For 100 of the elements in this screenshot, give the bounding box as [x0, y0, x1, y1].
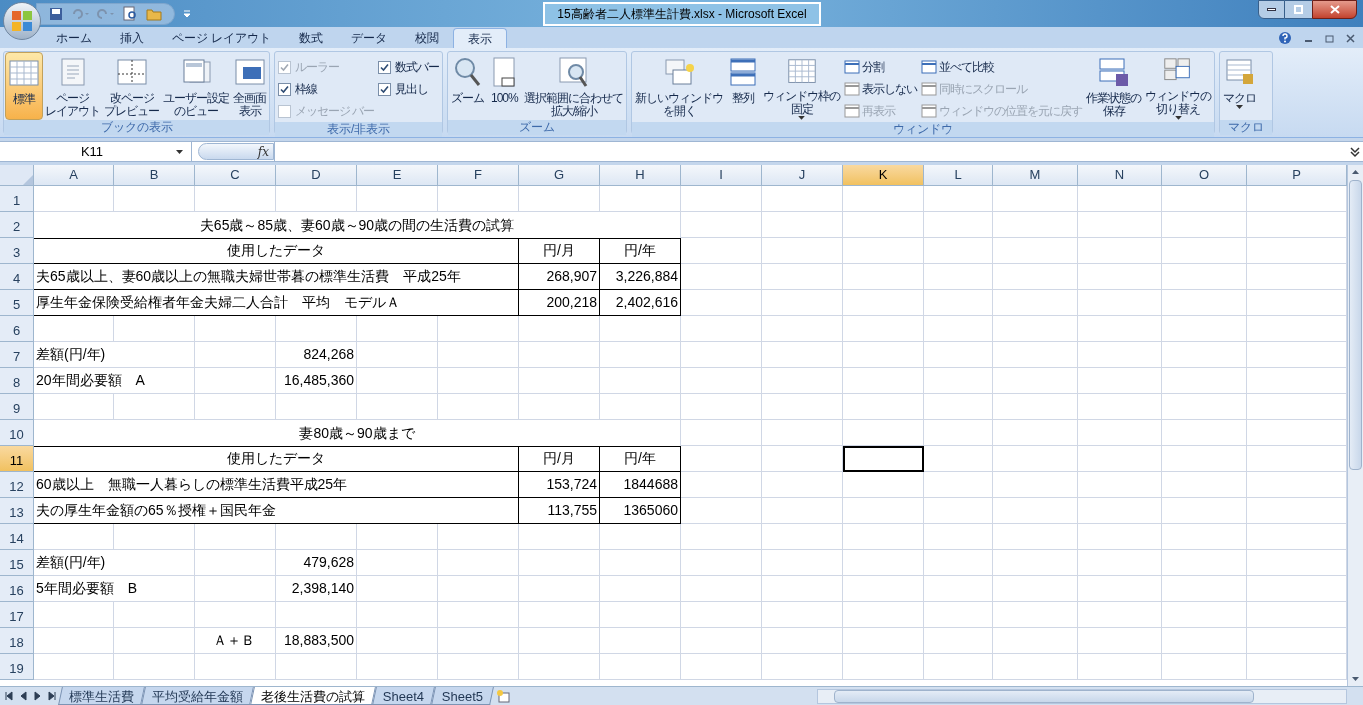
ribbon-button[interactable]: 100%	[486, 52, 523, 120]
scroll-thumb[interactable]	[1349, 180, 1362, 470]
ribbon-button[interactable]: ページ レイアウト	[43, 52, 102, 120]
empty-cell	[924, 368, 993, 394]
customize-toolbar-icon[interactable]	[183, 9, 191, 18]
empty-cell	[924, 498, 993, 524]
ribbon-button[interactable]: 改ページ プレビュー	[102, 52, 161, 120]
sheet-tab[interactable]: 老後生活費の試算	[250, 687, 376, 705]
sheet-nav-icon[interactable]	[4, 690, 14, 702]
checkbox-option[interactable]: 見出し	[378, 78, 440, 100]
ribbon-button[interactable]: 作業状態の 保存	[1084, 52, 1144, 120]
ribbon-small-button[interactable]: 分割	[844, 56, 918, 78]
ribbon-tab[interactable]: ページ レイアウト	[158, 28, 286, 48]
table-cell: 824,268	[276, 342, 357, 368]
group-label: 表示/非表示	[275, 122, 443, 137]
column-header[interactable]: E	[357, 165, 438, 186]
ribbon-button[interactable]: 選択範囲に合わせて 拡大/縮小	[522, 52, 626, 120]
row-header[interactable]: 15	[0, 550, 34, 576]
row-header[interactable]: 4	[0, 264, 34, 290]
checkbox-option[interactable]: 枠線	[278, 78, 375, 100]
restore-icon[interactable]	[1325, 33, 1334, 43]
restore-button[interactable]	[1285, 0, 1312, 19]
ribbon-tab[interactable]: 数式	[285, 28, 338, 48]
row-header[interactable]: 7	[0, 342, 34, 368]
horizontal-scrollbar[interactable]	[817, 688, 1347, 704]
sheet-tab[interactable]: Sheet4	[372, 687, 436, 705]
close-button[interactable]	[1312, 0, 1357, 19]
sheet-tab[interactable]: Sheet5	[431, 687, 495, 705]
column-header[interactable]: H	[600, 165, 681, 186]
row-header[interactable]: 3	[0, 238, 34, 264]
row-header[interactable]: 19	[0, 654, 34, 680]
close-icon[interactable]	[1346, 33, 1355, 43]
sheet-nav-icon[interactable]	[32, 690, 42, 702]
row-header[interactable]: 17	[0, 602, 34, 628]
sheet-tab[interactable]: 平均受給年金額	[141, 687, 254, 705]
column-header[interactable]: C	[195, 165, 276, 186]
ribbon-small-button[interactable]: 表示しない	[844, 78, 918, 100]
row-header[interactable]: 10	[0, 420, 34, 446]
ribbon-button[interactable]: ズーム	[449, 52, 487, 120]
office-logo-icon	[11, 10, 33, 32]
selected-cell[interactable]	[843, 446, 924, 472]
name-box[interactable]: K11	[0, 142, 192, 161]
ribbon-button[interactable]: 整列	[725, 52, 762, 120]
checkbox[interactable]	[378, 60, 392, 74]
column-header[interactable]: O	[1162, 165, 1247, 186]
ribbon-button[interactable]: マクロ	[1221, 52, 1259, 120]
column-header[interactable]: A	[34, 165, 114, 186]
row-header[interactable]: 9	[0, 394, 34, 420]
sheet-nav-icon[interactable]	[18, 690, 28, 702]
column-header[interactable]: G	[519, 165, 600, 186]
column-header[interactable]: J	[762, 165, 843, 186]
column-header[interactable]: N	[1078, 165, 1162, 186]
table-cell: 20年間必要額 A	[34, 368, 195, 394]
row-header[interactable]: 16	[0, 576, 34, 602]
row-header[interactable]: 8	[0, 368, 34, 394]
vertical-scrollbar[interactable]	[1347, 165, 1363, 686]
scroll-thumb[interactable]	[834, 689, 1254, 703]
row-header[interactable]: 14	[0, 524, 34, 550]
ribbon-button[interactable]: 全画面 表示	[231, 52, 268, 120]
column-header[interactable]: K	[843, 165, 924, 186]
ribbon-button[interactable]: ウィンドウの 切り替え	[1143, 52, 1214, 120]
insert-function-button[interactable]: fx	[198, 143, 274, 160]
column-header[interactable]: F	[438, 165, 519, 186]
row-header[interactable]: 13	[0, 498, 34, 524]
help-icon[interactable]	[1278, 31, 1292, 45]
ribbon-button[interactable]: ユーザー設定 のビュー	[161, 52, 231, 120]
column-header[interactable]: D	[276, 165, 357, 186]
save-icon[interactable]	[49, 6, 63, 21]
checkbox-option[interactable]: 数式バー	[378, 56, 440, 78]
ribbon-small-button[interactable]: 並べて比較	[921, 56, 1083, 78]
ribbon-button[interactable]: 標準	[5, 52, 43, 120]
row-header[interactable]: 12	[0, 472, 34, 498]
column-header[interactable]: I	[681, 165, 762, 186]
ribbon-tab[interactable]: データ	[337, 28, 402, 48]
column-header[interactable]: L	[924, 165, 993, 186]
print-preview-icon[interactable]	[123, 6, 138, 21]
table-cell: 200,218	[519, 290, 600, 316]
row-header[interactable]: 6	[0, 316, 34, 342]
column-header[interactable]: M	[993, 165, 1078, 186]
ribbon-tab[interactable]: 挿入	[106, 28, 158, 48]
ribbon-tab[interactable]: 表示	[453, 28, 508, 48]
page-break-icon	[115, 56, 148, 88]
row-header[interactable]: 2	[0, 212, 34, 238]
column-header[interactable]: P	[1247, 165, 1347, 186]
expand-icon[interactable]	[1349, 145, 1361, 158]
row-header[interactable]: 11	[0, 446, 34, 472]
ribbon-button[interactable]: ウィンドウ枠の 固定	[761, 52, 843, 120]
row-header[interactable]: 18	[0, 628, 34, 654]
sheet-tab[interactable]: 標準生活費	[58, 687, 145, 705]
checkbox[interactable]	[278, 82, 291, 96]
checkbox[interactable]	[378, 82, 392, 96]
ribbon-tab[interactable]: 校閲	[401, 28, 454, 48]
sheet-nav-icon[interactable]	[46, 690, 56, 702]
minimize-button[interactable]	[1258, 0, 1285, 19]
ribbon-tab[interactable]: ホーム	[42, 28, 106, 48]
table-cell: 479,628	[276, 550, 357, 576]
row-header[interactable]: 5	[0, 290, 34, 316]
column-header[interactable]: B	[114, 165, 195, 186]
row-header[interactable]: 1	[0, 186, 34, 212]
ribbon-button[interactable]: 新しいウィンドウ を開く	[633, 52, 726, 120]
